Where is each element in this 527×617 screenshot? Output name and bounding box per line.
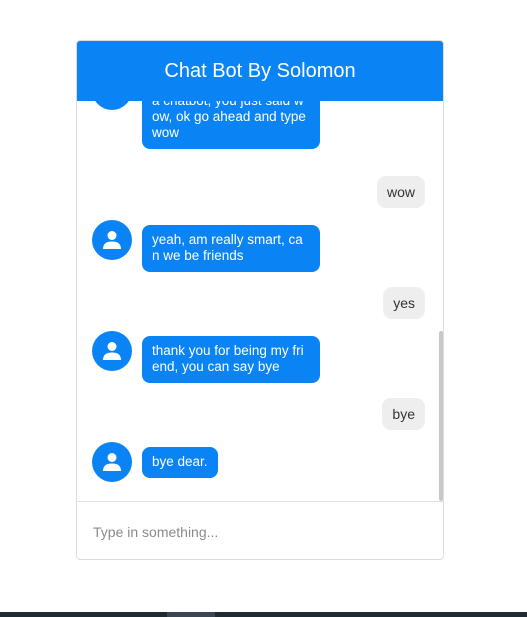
bot-avatar (92, 331, 132, 371)
taskbar-active-item[interactable] (167, 612, 215, 617)
chat-header: Chat Bot By Solomon (77, 41, 443, 101)
taskbar (0, 612, 527, 617)
bot-avatar (92, 220, 132, 260)
bot-message-bubble: my name is solomon, am a chatbot, you ju… (142, 101, 320, 149)
bot-avatar (92, 442, 132, 482)
chat-title: Chat Bot By Solomon (164, 59, 356, 82)
message-input[interactable] (93, 522, 423, 542)
bot-message-bubble: thank you for being my friend, you can s… (142, 336, 320, 383)
message-list[interactable]: my name is solomon, am a chatbot, you ju… (77, 101, 443, 501)
user-message-bubble: yes (383, 287, 425, 319)
user-icon (103, 342, 121, 360)
user-icon (103, 231, 121, 249)
bot-message-bubble: bye dear. (142, 447, 218, 478)
bot-avatar (92, 101, 132, 110)
message-scrollbar[interactable] (439, 331, 443, 501)
user-icon (103, 453, 121, 471)
bot-message-bubble: yeah, am really smart, can we be friends (142, 225, 320, 272)
user-message-bubble: bye (382, 398, 425, 430)
chat-window: Chat Bot By Solomon my name is solomon, … (76, 40, 444, 560)
user-message-bubble: wow (376, 176, 425, 208)
input-area (77, 501, 443, 559)
